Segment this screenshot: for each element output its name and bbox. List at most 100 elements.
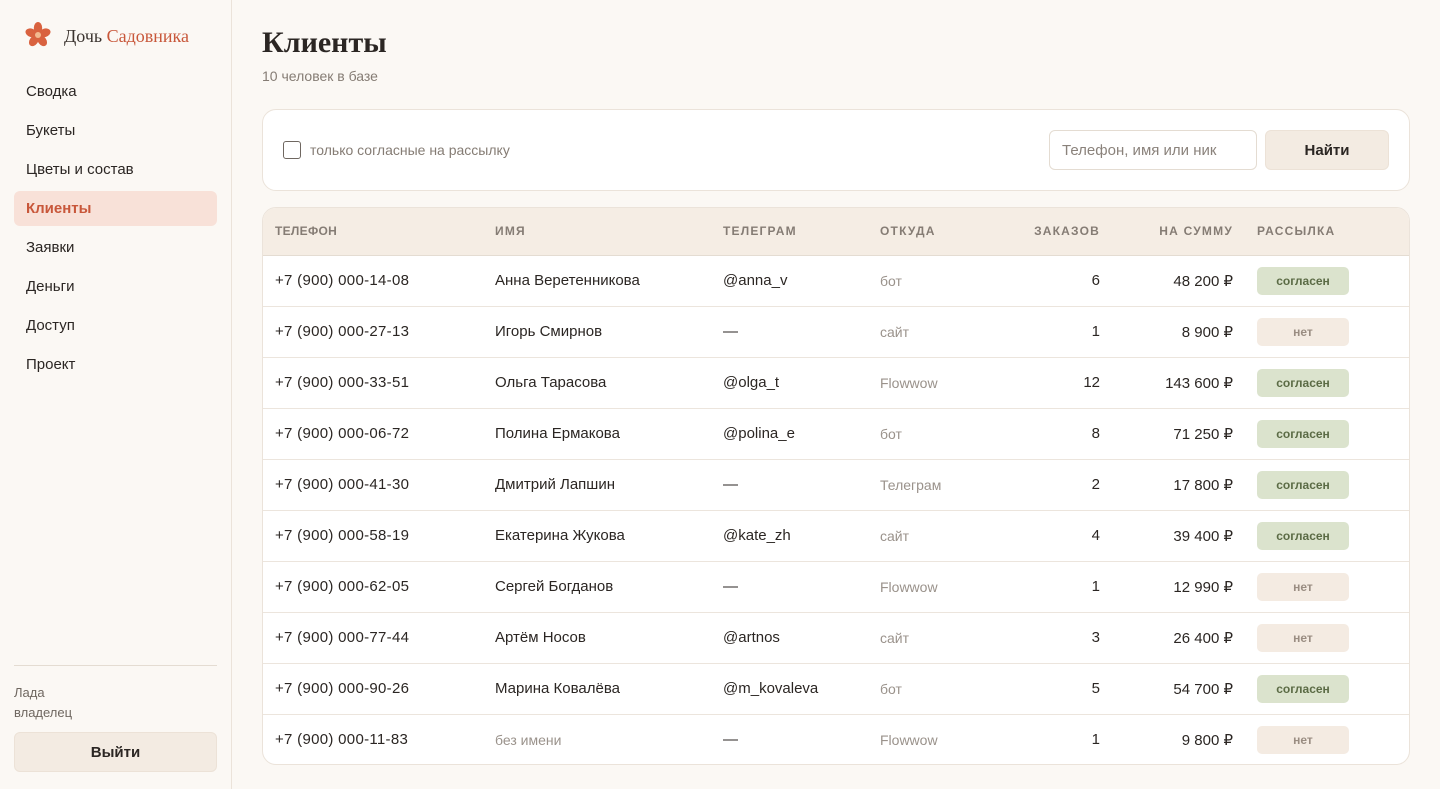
- cell-sum: 9 800 ₽: [1181, 731, 1233, 749]
- flower-icon: [25, 22, 51, 47]
- cell-orders: 12: [1083, 374, 1100, 391]
- cell-telegram: @olga_t: [723, 374, 780, 391]
- cell-orders: 2: [1091, 476, 1100, 493]
- page-title: Клиенты: [262, 26, 387, 59]
- filter-panel: только согласные на рассылку Найти: [262, 109, 1410, 191]
- user-name: Лада: [14, 685, 45, 700]
- sidebar-item-project[interactable]: Проект: [14, 347, 217, 382]
- sidebar-item-requests[interactable]: Заявки: [14, 230, 217, 265]
- mailing-status-badge: согласен: [1257, 368, 1349, 397]
- mailing-status-badge: согласен: [1257, 521, 1349, 550]
- mailing-status-badge: согласен: [1257, 470, 1349, 499]
- cell-orders: 8: [1091, 425, 1100, 442]
- brand-name: Дочь Садовника: [64, 26, 189, 47]
- mailing-filter-label: только согласные на рассылку: [310, 142, 510, 158]
- table-row[interactable]: +7 (900) 000-06-72 Полина Ермакова @polina…: [263, 408, 1409, 459]
- column-header-source[interactable]: ОТКУДА: [880, 208, 980, 256]
- cell-phone: +7 (900) 000-77-44: [275, 629, 410, 646]
- table-row[interactable]: +7 (900) 000-58-19 Екатерина Жукова @kate_…: [263, 510, 1409, 561]
- cell-source: бот: [880, 272, 902, 289]
- sidebar-item-summary[interactable]: Сводка: [14, 74, 217, 109]
- brand-name-part2: Садовника: [106, 25, 189, 46]
- brand-logo[interactable]: Дочь Садовника: [25, 20, 189, 52]
- cell-name: Сергей Богданов: [495, 578, 614, 595]
- mailing-status-badge: согласен: [1257, 266, 1349, 295]
- mailing-status-badge: нет: [1257, 623, 1349, 652]
- cell-telegram: @polina_e: [723, 425, 795, 442]
- cell-orders: 6: [1091, 272, 1100, 289]
- cell-source: бот: [880, 680, 902, 697]
- cell-sum: 54 700 ₽: [1173, 680, 1233, 698]
- table-row[interactable]: +7 (900) 000-90-26 Марина Ковалёва @m_kova…: [263, 663, 1409, 714]
- mailing-filter-toggle[interactable]: только согласные на рассылку: [283, 141, 510, 159]
- cell-name: без имени: [495, 731, 562, 748]
- cell-telegram: —: [723, 731, 738, 749]
- cell-name: Дмитрий Лапшин: [495, 476, 615, 493]
- sidebar-item-bouquets[interactable]: Букеты: [14, 113, 217, 148]
- table-row[interactable]: +7 (900) 000-14-08 Анна Веретенникова @ann…: [263, 255, 1409, 306]
- search-input[interactable]: [1049, 130, 1257, 170]
- table-row[interactable]: +7 (900) 000-11-83 без имени — Flowwow 1 9 80…: [263, 714, 1409, 764]
- cell-mailing: нет: [1233, 561, 1409, 612]
- cell-mailing: нет: [1233, 714, 1409, 764]
- cell-name: Марина Ковалёва: [495, 680, 620, 697]
- sidebar-item-flowers[interactable]: Цветы и состав: [14, 152, 217, 187]
- mailing-status-badge: нет: [1257, 317, 1349, 346]
- table-header-row: ТЕЛЕФОН ИМЯ ТЕЛЕГРАМ ОТКУДА ЗАКАЗОВ НА С…: [263, 208, 1409, 256]
- cell-source: Flowwow: [880, 374, 938, 391]
- table-row[interactable]: +7 (900) 000-33-51 Ольга Тарасова @olga_t F…: [263, 357, 1409, 408]
- cell-mailing: нет: [1233, 306, 1409, 357]
- column-header-sum[interactable]: НА СУММУ: [1100, 208, 1233, 256]
- column-header-orders[interactable]: ЗАКАЗОВ: [980, 208, 1100, 256]
- cell-source: Flowwow: [880, 578, 938, 595]
- cell-phone: +7 (900) 000-33-51: [275, 374, 410, 391]
- search-button[interactable]: Найти: [1265, 130, 1389, 170]
- cell-mailing: согласен: [1233, 357, 1409, 408]
- cell-phone: +7 (900) 000-41-30: [275, 476, 410, 493]
- mailing-status-badge: нет: [1257, 572, 1349, 601]
- cell-sum: 39 400 ₽: [1173, 527, 1233, 545]
- user-role: владелец: [14, 705, 73, 720]
- brand-name-part1: Дочь: [64, 25, 103, 46]
- clients-table: ТЕЛЕФОН ИМЯ ТЕЛЕГРАМ ОТКУДА ЗАКАЗОВ НА С…: [262, 207, 1410, 765]
- cell-orders: 5: [1091, 680, 1100, 697]
- sidebar-item-clients[interactable]: Клиенты: [14, 191, 217, 226]
- sidebar-item-money[interactable]: Деньги: [14, 269, 217, 304]
- cell-mailing: согласен: [1233, 510, 1409, 561]
- cell-sum: 8 900 ₽: [1181, 323, 1233, 341]
- column-header-telegram[interactable]: ТЕЛЕГРАМ: [723, 208, 880, 256]
- cell-telegram: @kate_zh: [723, 527, 791, 544]
- column-header-name[interactable]: ИМЯ: [495, 208, 723, 256]
- cell-telegram: @anna_v: [723, 272, 788, 289]
- cell-mailing: согласен: [1233, 663, 1409, 714]
- cell-source: сайт: [880, 629, 910, 646]
- cell-telegram: @m_kovaleva: [723, 680, 819, 697]
- column-header-mailing[interactable]: РАССЫЛКА: [1233, 208, 1409, 256]
- cell-orders: 1: [1091, 323, 1100, 340]
- table-row[interactable]: +7 (900) 000-27-13 Игорь Смирнов — сайт 1 8 9…: [263, 306, 1409, 357]
- checkbox-icon[interactable]: [283, 141, 301, 159]
- table-row[interactable]: +7 (900) 000-41-30 Дмитрий Лапшин — Телегра…: [263, 459, 1409, 510]
- cell-name: Игорь Смирнов: [495, 323, 603, 340]
- cell-sum: 12 990 ₽: [1173, 578, 1233, 596]
- cell-phone: +7 (900) 000-11-83: [275, 731, 409, 749]
- cell-name: Артём Носов: [495, 629, 586, 646]
- sidebar-item-access[interactable]: Доступ: [14, 308, 217, 343]
- cell-source: сайт: [880, 527, 910, 544]
- cell-phone: +7 (900) 000-27-13: [275, 323, 410, 340]
- cell-sum: 48 200 ₽: [1173, 272, 1233, 290]
- table-row[interactable]: +7 (900) 000-77-44 Артём Носов @artnos сайт…: [263, 612, 1409, 663]
- cell-orders: 4: [1091, 527, 1100, 544]
- cell-name: Анна Веретенникова: [495, 272, 640, 289]
- column-header-phone[interactable]: ТЕЛЕФОН: [263, 208, 495, 256]
- logout-button[interactable]: Выйти: [14, 732, 217, 772]
- cell-sum: 71 250 ₽: [1173, 425, 1233, 443]
- page-subtitle: 10 человек в базе: [262, 68, 378, 84]
- cell-mailing: согласен: [1233, 459, 1409, 510]
- cell-source: Телеграм: [880, 476, 942, 493]
- cell-source: Flowwow: [880, 731, 938, 748]
- sidebar-nav: Сводка Букеты Цветы и состав Клиенты Зая…: [14, 74, 217, 386]
- cell-orders: 3: [1091, 629, 1100, 646]
- cell-mailing: нет: [1233, 612, 1409, 663]
- table-row[interactable]: +7 (900) 000-62-05 Сергей Богданов — Flowwo…: [263, 561, 1409, 612]
